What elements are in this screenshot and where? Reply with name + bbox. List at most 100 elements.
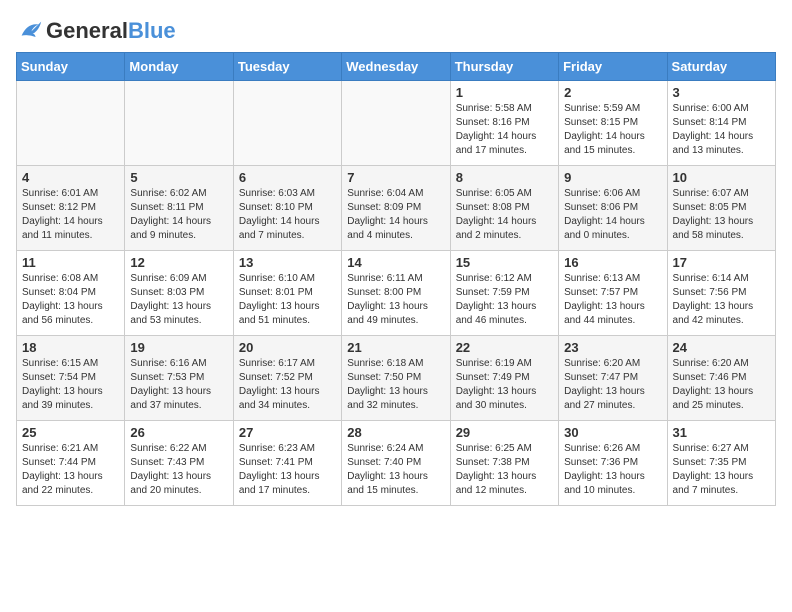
day-number: 7 [347, 170, 444, 185]
day-number: 30 [564, 425, 661, 440]
calendar-header-wednesday: Wednesday [342, 53, 450, 81]
calendar-cell: 24 Sunrise: 6:20 AM Sunset: 7:46 PM Dayli… [667, 336, 775, 421]
day-info: Sunrise: 6:06 AM Sunset: 8:06 PM Dayligh… [564, 187, 661, 243]
day-info: Sunrise: 6:14 AM Sunset: 7:56 PM Dayligh… [673, 272, 770, 328]
day-info: Sunrise: 6:16 AM Sunset: 7:53 PM Dayligh… [130, 357, 227, 413]
logo-bird-icon [16, 16, 44, 44]
calendar-cell: 23 Sunrise: 6:20 AM Sunset: 7:47 PM Dayli… [559, 336, 667, 421]
day-number: 21 [347, 340, 444, 355]
day-info: Sunrise: 6:26 AM Sunset: 7:36 PM Dayligh… [564, 442, 661, 498]
day-info: Sunrise: 6:08 AM Sunset: 8:04 PM Dayligh… [22, 272, 119, 328]
day-info: Sunrise: 6:25 AM Sunset: 7:38 PM Dayligh… [456, 442, 553, 498]
calendar-cell: 30 Sunrise: 6:26 AM Sunset: 7:36 PM Dayli… [559, 421, 667, 506]
calendar-cell: 12 Sunrise: 6:09 AM Sunset: 8:03 PM Dayli… [125, 251, 233, 336]
day-number: 12 [130, 255, 227, 270]
logo: GeneralBlue [16, 16, 176, 44]
calendar-header-monday: Monday [125, 53, 233, 81]
day-number: 4 [22, 170, 119, 185]
day-info: Sunrise: 6:01 AM Sunset: 8:12 PM Dayligh… [22, 187, 119, 243]
day-info: Sunrise: 6:27 AM Sunset: 7:35 PM Dayligh… [673, 442, 770, 498]
day-number: 19 [130, 340, 227, 355]
day-info: Sunrise: 6:24 AM Sunset: 7:40 PM Dayligh… [347, 442, 444, 498]
page-header: GeneralBlue [16, 16, 776, 44]
day-info: Sunrise: 5:58 AM Sunset: 8:16 PM Dayligh… [456, 102, 553, 158]
calendar-cell: 15 Sunrise: 6:12 AM Sunset: 7:59 PM Dayli… [450, 251, 558, 336]
day-info: Sunrise: 6:05 AM Sunset: 8:08 PM Dayligh… [456, 187, 553, 243]
day-number: 24 [673, 340, 770, 355]
day-info: Sunrise: 6:20 AM Sunset: 7:47 PM Dayligh… [564, 357, 661, 413]
calendar-week-2: 4 Sunrise: 6:01 AM Sunset: 8:12 PM Daylig… [17, 166, 776, 251]
day-info: Sunrise: 6:04 AM Sunset: 8:09 PM Dayligh… [347, 187, 444, 243]
day-info: Sunrise: 6:00 AM Sunset: 8:14 PM Dayligh… [673, 102, 770, 158]
calendar-header-friday: Friday [559, 53, 667, 81]
day-info: Sunrise: 6:17 AM Sunset: 7:52 PM Dayligh… [239, 357, 336, 413]
day-info: Sunrise: 6:19 AM Sunset: 7:49 PM Dayligh… [456, 357, 553, 413]
day-info: Sunrise: 6:20 AM Sunset: 7:46 PM Dayligh… [673, 357, 770, 413]
calendar-header-tuesday: Tuesday [233, 53, 341, 81]
calendar-cell: 19 Sunrise: 6:16 AM Sunset: 7:53 PM Dayli… [125, 336, 233, 421]
day-number: 20 [239, 340, 336, 355]
calendar-cell: 14 Sunrise: 6:11 AM Sunset: 8:00 PM Dayli… [342, 251, 450, 336]
day-number: 16 [564, 255, 661, 270]
calendar-cell: 11 Sunrise: 6:08 AM Sunset: 8:04 PM Dayli… [17, 251, 125, 336]
day-number: 31 [673, 425, 770, 440]
calendar-header-sunday: Sunday [17, 53, 125, 81]
calendar-week-1: 1 Sunrise: 5:58 AM Sunset: 8:16 PM Daylig… [17, 81, 776, 166]
day-info: Sunrise: 6:09 AM Sunset: 8:03 PM Dayligh… [130, 272, 227, 328]
calendar-cell: 28Sunrise: 6:24 AM Sunset: 7:40 PM Dayli… [342, 421, 450, 506]
day-info: Sunrise: 6:11 AM Sunset: 8:00 PM Dayligh… [347, 272, 444, 328]
calendar-cell: 22 Sunrise: 6:19 AM Sunset: 7:49 PM Dayli… [450, 336, 558, 421]
day-info: Sunrise: 6:07 AM Sunset: 8:05 PM Dayligh… [673, 187, 770, 243]
logo-name: GeneralBlue [46, 18, 176, 44]
day-info: Sunrise: 6:13 AM Sunset: 7:57 PM Dayligh… [564, 272, 661, 328]
day-info: Sunrise: 6:03 AM Sunset: 8:10 PM Dayligh… [239, 187, 336, 243]
day-number: 25 [22, 425, 119, 440]
calendar-cell: 20 Sunrise: 6:17 AM Sunset: 7:52 PM Dayli… [233, 336, 341, 421]
calendar-week-4: 18 Sunrise: 6:15 AM Sunset: 7:54 PM Dayli… [17, 336, 776, 421]
day-number: 10 [673, 170, 770, 185]
calendar-cell: 9 Sunrise: 6:06 AM Sunset: 8:06 PM Daylig… [559, 166, 667, 251]
calendar-cell: 13 Sunrise: 6:10 AM Sunset: 8:01 PM Dayli… [233, 251, 341, 336]
calendar-header-row: SundayMondayTuesdayWednesdayThursdayFrid… [17, 53, 776, 81]
day-number: 18 [22, 340, 119, 355]
day-number: 1 [456, 85, 553, 100]
calendar-cell: 27 Sunrise: 6:23 AM Sunset: 7:41 PM Dayli… [233, 421, 341, 506]
calendar-cell: 8Sunrise: 6:05 AM Sunset: 8:08 PM Daylig… [450, 166, 558, 251]
calendar-header-thursday: Thursday [450, 53, 558, 81]
calendar-cell: 25 Sunrise: 6:21 AM Sunset: 7:44 PM Dayli… [17, 421, 125, 506]
day-number: 13 [239, 255, 336, 270]
calendar-header-saturday: Saturday [667, 53, 775, 81]
calendar-cell: 16 Sunrise: 6:13 AM Sunset: 7:57 PM Dayli… [559, 251, 667, 336]
day-number: 14 [347, 255, 444, 270]
day-number: 23 [564, 340, 661, 355]
day-number: 26 [130, 425, 227, 440]
calendar-cell [125, 81, 233, 166]
day-number: 2 [564, 85, 661, 100]
day-info: Sunrise: 6:21 AM Sunset: 7:44 PM Dayligh… [22, 442, 119, 498]
calendar-cell: 26Sunrise: 6:22 AM Sunset: 7:43 PM Dayli… [125, 421, 233, 506]
day-number: 9 [564, 170, 661, 185]
day-number: 3 [673, 85, 770, 100]
calendar-cell: 29 Sunrise: 6:25 AM Sunset: 7:38 PM Dayli… [450, 421, 558, 506]
day-info: Sunrise: 6:15 AM Sunset: 7:54 PM Dayligh… [22, 357, 119, 413]
calendar-week-3: 11 Sunrise: 6:08 AM Sunset: 8:04 PM Dayli… [17, 251, 776, 336]
calendar-cell: 17Sunrise: 6:14 AM Sunset: 7:56 PM Dayli… [667, 251, 775, 336]
day-number: 27 [239, 425, 336, 440]
calendar-cell: 1 Sunrise: 5:58 AM Sunset: 8:16 PM Daylig… [450, 81, 558, 166]
day-info: Sunrise: 6:10 AM Sunset: 8:01 PM Dayligh… [239, 272, 336, 328]
calendar-cell: 18 Sunrise: 6:15 AM Sunset: 7:54 PM Dayli… [17, 336, 125, 421]
day-number: 11 [22, 255, 119, 270]
day-number: 29 [456, 425, 553, 440]
calendar-cell: 7 Sunrise: 6:04 AM Sunset: 8:09 PM Daylig… [342, 166, 450, 251]
calendar-cell: 2Sunrise: 5:59 AM Sunset: 8:15 PM Daylig… [559, 81, 667, 166]
calendar-cell [342, 81, 450, 166]
day-number: 5 [130, 170, 227, 185]
day-info: Sunrise: 6:02 AM Sunset: 8:11 PM Dayligh… [130, 187, 227, 243]
day-number: 22 [456, 340, 553, 355]
calendar-cell: 10 Sunrise: 6:07 AM Sunset: 8:05 PM Dayli… [667, 166, 775, 251]
day-number: 15 [456, 255, 553, 270]
day-info: Sunrise: 6:18 AM Sunset: 7:50 PM Dayligh… [347, 357, 444, 413]
calendar-cell: 31 Sunrise: 6:27 AM Sunset: 7:35 PM Dayli… [667, 421, 775, 506]
day-info: Sunrise: 6:12 AM Sunset: 7:59 PM Dayligh… [456, 272, 553, 328]
day-info: Sunrise: 6:23 AM Sunset: 7:41 PM Dayligh… [239, 442, 336, 498]
